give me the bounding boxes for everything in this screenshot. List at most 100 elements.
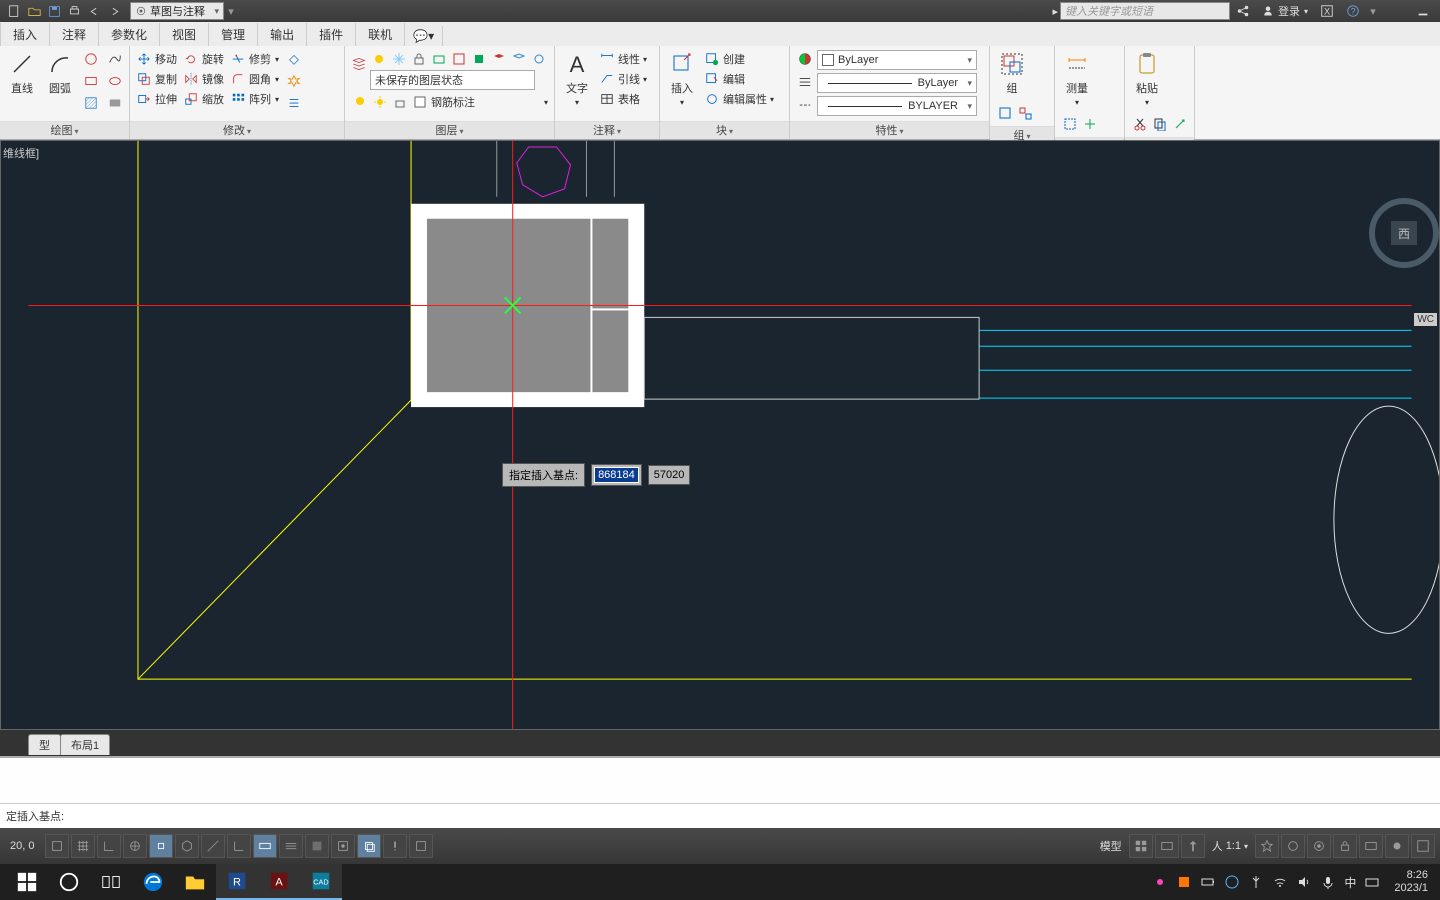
layer-more4-icon[interactable] — [510, 50, 528, 68]
layer-iso-icon[interactable] — [490, 50, 508, 68]
edge-button[interactable] — [132, 864, 174, 900]
start-button[interactable] — [6, 864, 48, 900]
color-sw-icon[interactable] — [411, 93, 429, 111]
table-button[interactable]: 表格 — [599, 90, 647, 108]
workspace-switch-button[interactable] — [1307, 834, 1331, 858]
offset-icon[interactable] — [285, 94, 303, 112]
erase-icon[interactable] — [285, 50, 303, 68]
hardware-accel-button[interactable] — [1359, 834, 1383, 858]
measure-button[interactable]: 测量 ▾ — [1061, 50, 1093, 107]
insert-block-button[interactable]: 插入 ▾ — [666, 50, 698, 107]
tab-insert[interactable]: 插入 — [0, 23, 50, 46]
lock2-icon[interactable] — [391, 93, 409, 111]
dyn-input-button[interactable] — [253, 834, 277, 858]
quick-select-icon[interactable] — [1081, 115, 1099, 133]
linear-dim-button[interactable]: 线性▾ — [599, 50, 647, 68]
layer-off-icon[interactable] — [370, 50, 388, 68]
view-cube[interactable]: 西 — [1369, 191, 1439, 276]
layer-state-dropdown[interactable]: 未保存的图层状态 — [370, 70, 535, 90]
model-tab[interactable]: 型 — [28, 734, 61, 755]
cortana-button[interactable] — [48, 864, 90, 900]
qat-new-icon[interactable] — [5, 2, 23, 20]
ime-indicator[interactable]: 中 — [1344, 874, 1356, 891]
spline-icon[interactable] — [106, 50, 124, 68]
edit-attr-button[interactable]: 编辑属性▾ — [704, 90, 774, 108]
stretch-button[interactable]: 拉伸 — [136, 90, 177, 108]
qat-redo-icon[interactable] — [105, 2, 123, 20]
text-button[interactable]: A 文字 ▾ — [561, 50, 593, 107]
cut-icon[interactable] — [1131, 115, 1149, 133]
tab-output[interactable]: 输出 — [258, 23, 307, 46]
selection-cycling-button[interactable] — [357, 834, 381, 858]
panel-block-title[interactable]: 块 — [660, 121, 789, 139]
help-dd-icon[interactable]: ▾ — [1366, 5, 1380, 18]
revit-button[interactable]: R — [216, 864, 258, 900]
model-space-button[interactable]: 模型 — [1094, 838, 1128, 854]
grid-button[interactable] — [71, 834, 95, 858]
snap-mode-button[interactable] — [45, 834, 69, 858]
quick-view-button[interactable] — [1155, 834, 1179, 858]
clock[interactable]: 8:26 2023/1 — [1388, 869, 1434, 895]
layer-props-icon[interactable] — [351, 50, 366, 78]
panel-modify-title[interactable]: 修改 — [130, 121, 344, 139]
visual-style-tag[interactable]: 维线框] — [3, 145, 39, 161]
lineweight-toggle[interactable] — [279, 834, 303, 858]
sun-icon[interactable] — [371, 93, 389, 111]
otrack-button[interactable] — [201, 834, 225, 858]
layer-more5-icon[interactable] — [530, 50, 548, 68]
ungroup-icon[interactable] — [1016, 104, 1034, 122]
tab-parametric[interactable]: 参数化 — [99, 23, 160, 46]
select-all-icon[interactable] — [1061, 115, 1079, 133]
layer-more1-icon[interactable] — [430, 50, 448, 68]
tab-plugins[interactable]: 插件 — [307, 23, 356, 46]
tab-manage[interactable]: 管理 — [209, 23, 258, 46]
task-view-button[interactable] — [90, 864, 132, 900]
panel-draw-title[interactable]: 绘图 — [0, 121, 129, 139]
copy-button[interactable]: 复制 — [136, 70, 177, 88]
qat-save-icon[interactable] — [45, 2, 63, 20]
fillet-button[interactable]: 圆角▾ — [230, 70, 279, 88]
layer-lock-icon[interactable] — [410, 50, 428, 68]
mirror-button[interactable]: 镜像 — [183, 70, 224, 88]
tray-volume-icon[interactable] — [1296, 874, 1312, 890]
qat-undo-icon[interactable] — [85, 2, 103, 20]
tray-keyboard-icon[interactable] — [1364, 874, 1380, 890]
tab-annotate[interactable]: 注释 — [50, 23, 99, 46]
dynamic-input-x[interactable]: 868184 — [591, 464, 642, 486]
ducs-button[interactable] — [227, 834, 251, 858]
transparency-button[interactable] — [305, 834, 329, 858]
panel-layers-title[interactable]: 图层 — [345, 121, 554, 139]
region-icon[interactable] — [106, 94, 124, 112]
lineweight-icon[interactable] — [796, 73, 814, 91]
explorer-button[interactable] — [174, 864, 216, 900]
polar-button[interactable] — [123, 834, 147, 858]
annotation-monitor-button[interactable] — [383, 834, 407, 858]
tray-orange-icon[interactable] — [1176, 874, 1192, 890]
exchange-icon[interactable]: X — [1316, 2, 1338, 20]
ortho-button[interactable] — [97, 834, 121, 858]
autocad-cad-button[interactable]: CAD — [300, 864, 342, 900]
autocad-a-button[interactable]: A — [258, 864, 300, 900]
osnap-button[interactable] — [149, 834, 173, 858]
group-edit-icon[interactable] — [996, 104, 1014, 122]
lock-ui-button[interactable] — [1333, 834, 1357, 858]
model-paper-button[interactable] — [409, 834, 433, 858]
tray-wifi-icon[interactable] — [1272, 874, 1288, 890]
panel-properties-title[interactable]: 特性 — [790, 121, 989, 139]
rotate-button[interactable]: 旋转 — [183, 50, 224, 68]
color-wheel-icon[interactable] — [796, 50, 814, 68]
anno-visibility-button[interactable] — [1255, 834, 1279, 858]
arc-button[interactable]: 圆弧 — [44, 50, 76, 96]
clean-screen-button[interactable] — [1411, 834, 1435, 858]
leader-button[interactable]: 引线▾ — [599, 70, 647, 88]
tray-usb-icon[interactable] — [1248, 874, 1264, 890]
explode-icon[interactable] — [285, 72, 303, 90]
panel-annotation-title[interactable]: 注释 — [555, 121, 659, 139]
search-input[interactable]: 键入关键字或短语 — [1060, 2, 1230, 20]
quick-props-button[interactable] — [331, 834, 355, 858]
trim-button[interactable]: 修剪▾ — [230, 50, 279, 68]
match-icon[interactable] — [1171, 115, 1189, 133]
tray-mic-icon[interactable] — [1320, 874, 1336, 890]
qat-open-icon[interactable] — [25, 2, 43, 20]
3dosnap-button[interactable] — [175, 834, 199, 858]
